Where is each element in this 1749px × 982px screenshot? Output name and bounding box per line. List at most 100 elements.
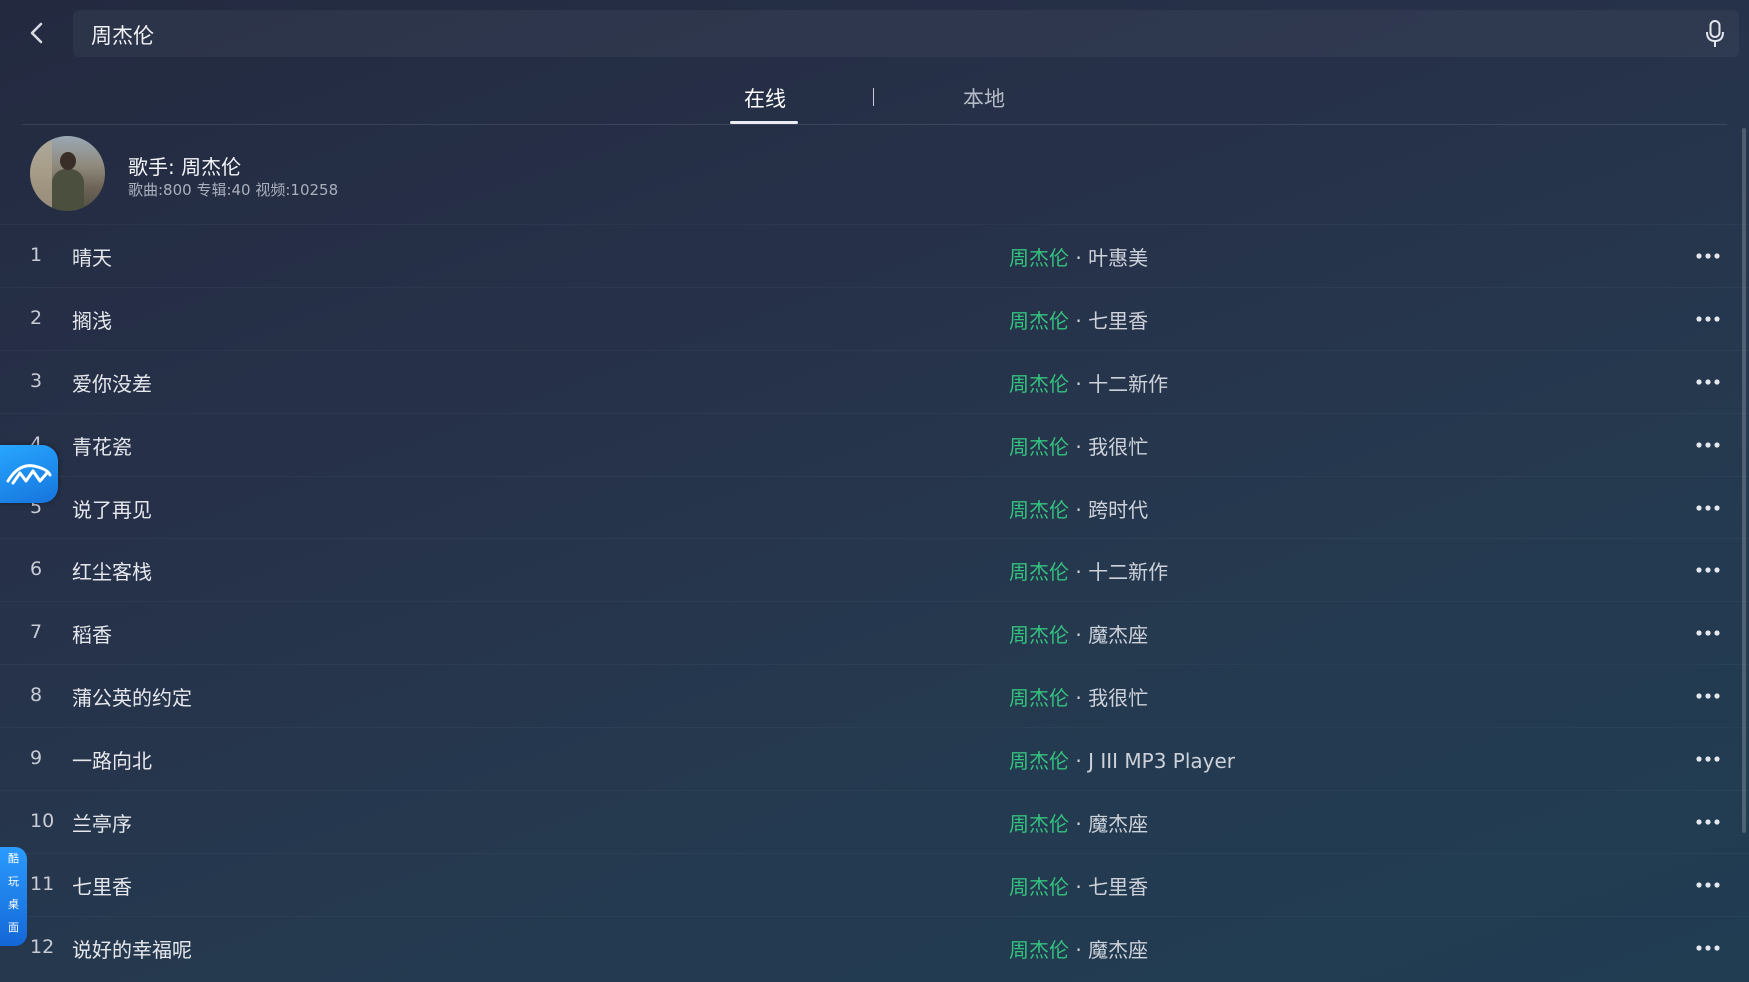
floating-app-button[interactable] xyxy=(0,445,58,503)
back-button[interactable] xyxy=(20,16,54,50)
song-row[interactable]: 8 蒲公英的约定 周杰伦 · 我很忙 xyxy=(0,664,1749,727)
song-album[interactable]: J III MP3 Player xyxy=(1088,749,1235,773)
floating-app-icon xyxy=(6,464,52,485)
search-input[interactable] xyxy=(89,10,1673,59)
song-info: 周杰伦 · 我很忙 xyxy=(1009,431,1148,460)
song-album[interactable]: 我很忙 xyxy=(1088,435,1148,459)
song-info: 周杰伦 · 魔杰座 xyxy=(1009,808,1148,837)
song-artist[interactable]: 周杰伦 xyxy=(1009,435,1069,459)
side-launcher-char: 面 xyxy=(8,921,19,934)
info-separator: · xyxy=(1069,560,1089,585)
more-options-button[interactable] xyxy=(1694,684,1722,708)
song-artist[interactable]: 周杰伦 xyxy=(1009,498,1069,522)
song-number: 7 xyxy=(30,621,43,644)
voice-search-button[interactable] xyxy=(1699,18,1731,50)
more-dots-icon xyxy=(1696,442,1720,448)
side-launcher[interactable]: 酷玩桌面 xyxy=(0,847,27,946)
song-title: 一路向北 xyxy=(72,749,152,774)
song-info: 周杰伦 · 魔杰座 xyxy=(1009,934,1148,963)
song-album[interactable]: 我很忙 xyxy=(1088,686,1148,710)
tab-online[interactable]: 在线 xyxy=(744,83,786,113)
song-row[interactable]: 1 晴天 周杰伦 · 叶惠美 xyxy=(0,224,1749,287)
song-title: 蒲公英的约定 xyxy=(72,686,192,711)
more-dots-icon xyxy=(1696,819,1720,825)
scrollbar[interactable] xyxy=(1742,128,1746,833)
song-artist[interactable]: 周杰伦 xyxy=(1009,372,1069,396)
microphone-icon xyxy=(1706,20,1724,47)
song-album[interactable]: 魔杰座 xyxy=(1088,812,1148,836)
artist-stats: 歌曲:800 专辑:40 视频:10258 xyxy=(128,181,339,199)
more-options-button[interactable] xyxy=(1694,307,1722,331)
song-title: 爱你没差 xyxy=(72,371,152,396)
more-options-button[interactable] xyxy=(1694,810,1722,834)
song-number: 3 xyxy=(30,369,43,392)
chevron-left-icon xyxy=(30,22,43,44)
song-row[interactable]: 6 红尘客栈 周杰伦 · 十二新作 xyxy=(0,538,1749,601)
song-album[interactable]: 十二新作 xyxy=(1088,560,1168,584)
info-separator: · xyxy=(1069,749,1089,774)
artist-card[interactable]: 歌手: 周杰伦 歌曲:800 专辑:40 视频:10258 xyxy=(0,126,1749,222)
more-options-button[interactable] xyxy=(1694,936,1722,960)
song-artist[interactable]: 周杰伦 xyxy=(1009,686,1069,710)
info-separator: · xyxy=(1069,937,1089,962)
info-separator: · xyxy=(1069,874,1089,899)
info-separator: · xyxy=(1069,686,1089,711)
more-dots-icon xyxy=(1696,567,1720,574)
song-number: 1 xyxy=(30,244,43,266)
song-info: 周杰伦 · 叶惠美 xyxy=(1009,242,1148,271)
song-number: 9 xyxy=(30,747,43,770)
more-dots-icon xyxy=(1696,504,1720,511)
song-info: 周杰伦 · 魔杰座 xyxy=(1009,619,1148,648)
more-options-button[interactable] xyxy=(1694,873,1722,897)
more-dots-icon xyxy=(1696,756,1720,762)
more-options-button[interactable] xyxy=(1694,558,1722,582)
song-row[interactable]: 2 搁浅 周杰伦 · 七里香 xyxy=(0,287,1749,350)
more-options-button[interactable] xyxy=(1694,621,1722,645)
song-album[interactable]: 七里香 xyxy=(1088,309,1148,333)
song-row[interactable]: 7 稻香 周杰伦 · 魔杰座 xyxy=(0,601,1749,664)
song-info: 周杰伦 · 跨时代 xyxy=(1009,494,1148,523)
song-row[interactable]: 10 兰亭序 周杰伦 · 魔杰座 xyxy=(0,790,1749,853)
artist-avatar xyxy=(30,136,105,211)
song-album[interactable]: 魔杰座 xyxy=(1088,938,1148,962)
tab-local[interactable]: 本地 xyxy=(963,83,1005,113)
song-row[interactable]: 4 青花瓷 周杰伦 · 我很忙 xyxy=(0,413,1749,476)
more-options-button[interactable] xyxy=(1694,433,1722,457)
song-info: 周杰伦 · 十二新作 xyxy=(1009,556,1168,585)
song-number: 11 xyxy=(30,872,55,895)
song-row[interactable]: 5 说了再见 周杰伦 · 跨时代 xyxy=(0,476,1749,539)
more-options-button[interactable] xyxy=(1694,244,1722,268)
song-album[interactable]: 跨时代 xyxy=(1088,498,1148,522)
song-title: 搁浅 xyxy=(72,308,112,333)
search-box[interactable] xyxy=(73,10,1739,59)
song-artist[interactable]: 周杰伦 xyxy=(1009,812,1069,836)
song-artist[interactable]: 周杰伦 xyxy=(1009,623,1069,647)
song-row[interactable]: 3 爱你没差 周杰伦 · 十二新作 xyxy=(0,350,1749,413)
song-artist[interactable]: 周杰伦 xyxy=(1009,560,1069,584)
artist-title: 歌手: 周杰伦 xyxy=(128,155,242,179)
song-album[interactable]: 十二新作 xyxy=(1088,372,1168,396)
song-info: 周杰伦 · 七里香 xyxy=(1009,305,1148,334)
song-album[interactable]: 魔杰座 xyxy=(1088,623,1148,647)
more-options-button[interactable] xyxy=(1694,747,1722,771)
tabs-divider-line xyxy=(22,124,1727,125)
song-info: 周杰伦 · 十二新作 xyxy=(1009,368,1168,397)
song-artist[interactable]: 周杰伦 xyxy=(1009,309,1069,333)
info-separator: · xyxy=(1069,308,1089,333)
song-list: 1 晴天 周杰伦 · 叶惠美 2 搁浅 周杰伦 · 七里香 3 爱你没差 周杰伦 · 十二新作 4… xyxy=(0,224,1749,979)
song-row[interactable]: 11 七里香 周杰伦 · 七里香 xyxy=(0,853,1749,916)
more-options-button[interactable] xyxy=(1694,496,1722,520)
song-row[interactable]: 9 一路向北 周杰伦 · J III MP3 Player xyxy=(0,727,1749,790)
song-row[interactable]: 12 说好的幸福呢 周杰伦 · 魔杰座 xyxy=(0,916,1749,979)
more-dots-icon xyxy=(1696,253,1720,259)
more-options-button[interactable] xyxy=(1694,370,1722,394)
song-title: 兰亭序 xyxy=(72,812,132,837)
song-album[interactable]: 七里香 xyxy=(1088,875,1148,899)
song-album[interactable]: 叶惠美 xyxy=(1088,246,1148,270)
song-artist[interactable]: 周杰伦 xyxy=(1009,938,1069,962)
song-artist[interactable]: 周杰伦 xyxy=(1009,875,1069,899)
song-artist[interactable]: 周杰伦 xyxy=(1009,246,1069,270)
song-title: 晴天 xyxy=(72,246,112,270)
song-artist[interactable]: 周杰伦 xyxy=(1009,749,1069,773)
top-bar xyxy=(0,0,1749,66)
